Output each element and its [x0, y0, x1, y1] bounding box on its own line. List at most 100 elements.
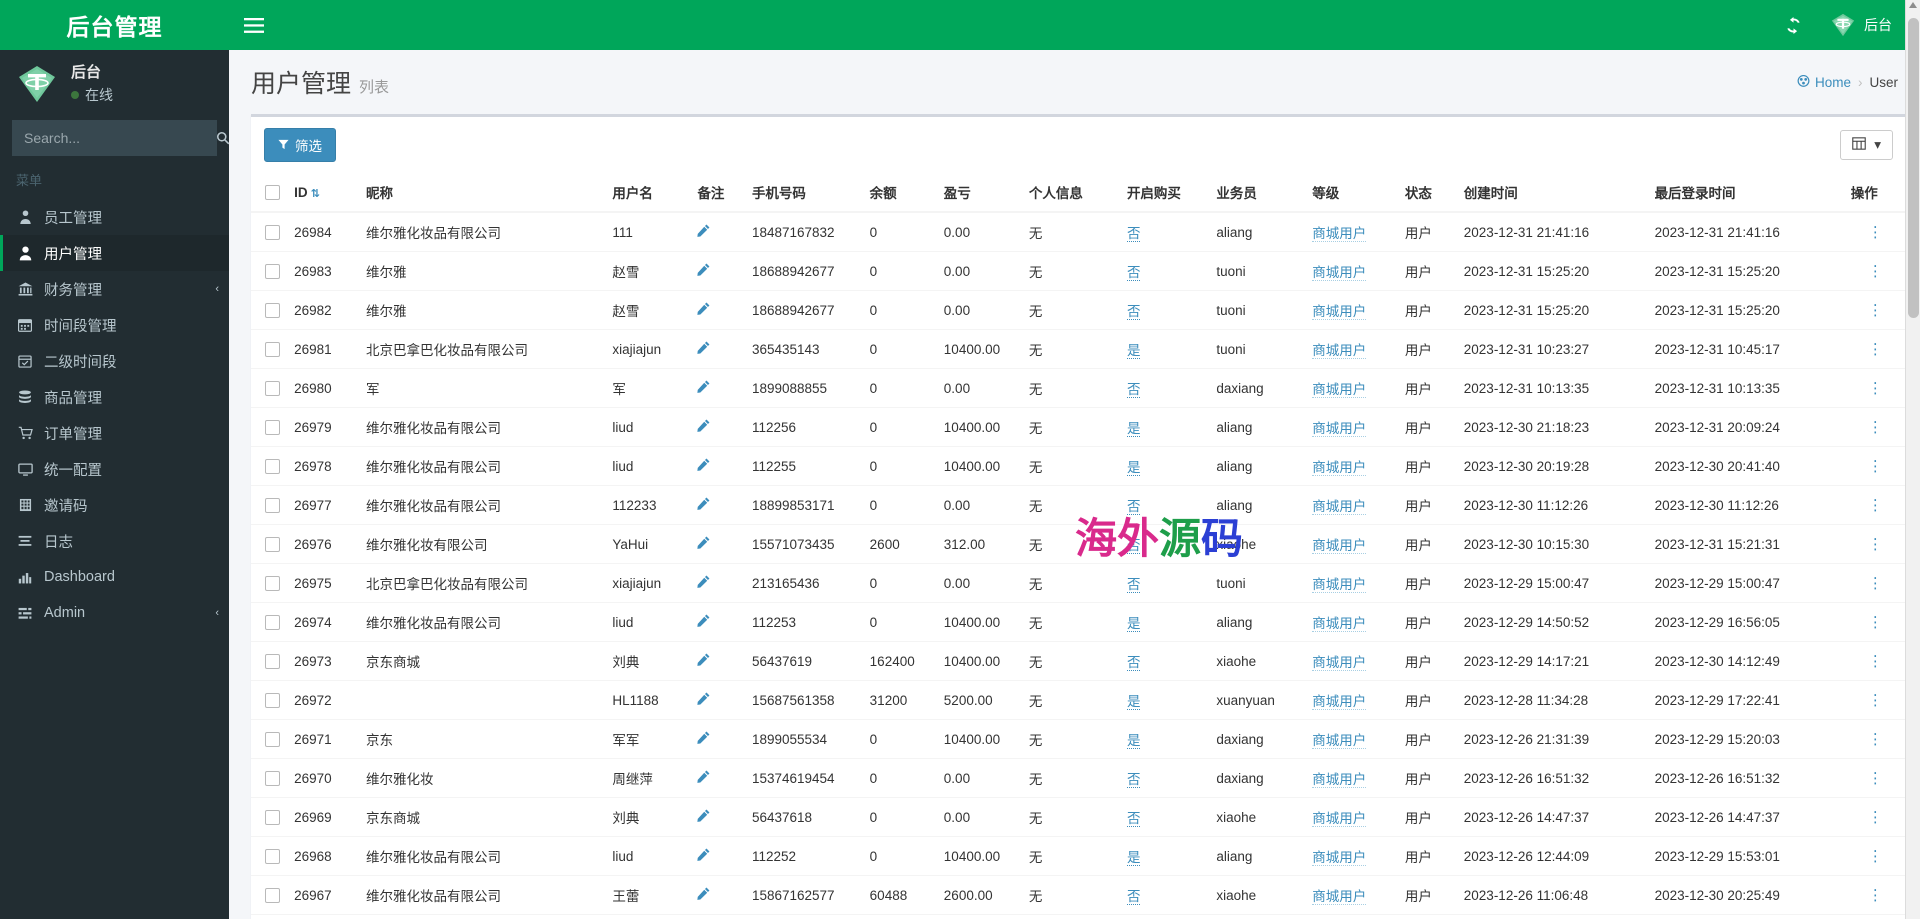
pencil-icon[interactable] — [697, 224, 710, 240]
ellipsis-vertical-icon[interactable]: ⋮ — [1868, 809, 1883, 826]
buy-toggle-link[interactable]: 否 — [1126, 889, 1141, 905]
row-checkbox[interactable] — [265, 653, 280, 669]
buy-toggle-link[interactable]: 是 — [1126, 421, 1141, 437]
buy-toggle-link[interactable]: 是 — [1126, 460, 1141, 476]
pencil-icon[interactable] — [697, 770, 710, 786]
pencil-icon[interactable] — [697, 536, 710, 552]
table-row[interactable]: 26984 维尔雅化妆品有限公司 111 18487167832 0 0.00 无否 alia… — [251, 211, 1906, 252]
table-row[interactable]: 26967 维尔雅化妆品有限公司 王蕾 15867162577 60488 2600.00… — [251, 875, 1906, 915]
pencil-icon[interactable] — [697, 380, 710, 396]
buy-toggle-link[interactable]: 是 — [1126, 343, 1141, 359]
table-row[interactable]: 26966维尔雅化妆品有限公司linj 180125164600208.00无否a… — [251, 914, 1906, 919]
sidebar-item-employee[interactable]: 员工管理 — [0, 199, 229, 235]
table-row[interactable]: 26969 京东商城 刘典 56437618 0 0.00 无否 xiaohe 商城用户 用户 20… — [251, 797, 1906, 837]
buy-toggle-link[interactable]: 否 — [1126, 811, 1141, 827]
pencil-icon[interactable] — [697, 887, 710, 903]
sidebar-item-finance[interactable]: 财务管理 ‹ — [0, 271, 229, 307]
search-icon[interactable] — [216, 120, 230, 156]
grade-link[interactable]: 商城用户 — [1312, 304, 1367, 320]
table-row[interactable]: 26974 维尔雅化妆品有限公司 liud 112253 0 10400.00 无是 alia… — [251, 602, 1906, 642]
buy-toggle-link[interactable]: 是 — [1126, 733, 1141, 749]
grade-link[interactable]: 商城用户 — [1312, 343, 1367, 359]
filter-button[interactable]: 筛选 — [264, 128, 336, 162]
sort-icon[interactable]: ⇅ — [311, 188, 320, 200]
hamburger-icon[interactable] — [229, 0, 279, 50]
row-checkbox[interactable] — [265, 692, 280, 708]
grade-link[interactable]: 商城用户 — [1312, 226, 1367, 242]
pencil-icon[interactable] — [697, 731, 710, 747]
pencil-icon[interactable] — [697, 263, 710, 279]
buy-toggle-link[interactable]: 否 — [1126, 226, 1141, 242]
row-checkbox[interactable] — [265, 575, 280, 591]
table-row[interactable]: 26979 维尔雅化妆品有限公司 liud 112256 0 10400.00 无是 alia… — [251, 407, 1906, 447]
buy-toggle-link[interactable]: 否 — [1126, 655, 1141, 671]
row-checkbox[interactable] — [265, 887, 280, 903]
buy-toggle-link[interactable]: 否 — [1126, 577, 1141, 593]
ellipsis-vertical-icon[interactable]: ⋮ — [1868, 887, 1883, 904]
sidebar-item-timeslot[interactable]: 时间段管理 — [0, 307, 229, 343]
row-checkbox[interactable] — [265, 848, 280, 864]
row-checkbox[interactable] — [265, 224, 280, 240]
row-checkbox[interactable] — [265, 731, 280, 747]
column-toggle-button[interactable]: ▾ — [1840, 130, 1893, 160]
row-checkbox[interactable] — [265, 458, 280, 474]
table-row[interactable]: 26972 HL1188 15687561358 31200 5200.00 无是 xuan… — [251, 680, 1906, 720]
pencil-icon[interactable] — [697, 302, 710, 318]
table-row[interactable]: 26973 京东商城 刘典 56437619 162400 10400.00 无否 xiaoh… — [251, 641, 1906, 681]
grade-link[interactable]: 商城用户 — [1312, 538, 1367, 554]
pencil-icon[interactable] — [697, 614, 710, 630]
ellipsis-vertical-icon[interactable]: ⋮ — [1868, 731, 1883, 748]
table-row[interactable]: 26978 维尔雅化妆品有限公司 liud 112255 0 10400.00 无是 alia… — [251, 446, 1906, 486]
grade-link[interactable]: 商城用户 — [1312, 577, 1367, 593]
th-id[interactable]: ID ⇅ — [288, 173, 361, 213]
sidebar-item-order[interactable]: 订单管理 — [0, 415, 229, 451]
row-checkbox[interactable] — [265, 302, 280, 318]
buy-toggle-link[interactable]: 否 — [1126, 538, 1141, 554]
refresh-icon[interactable] — [1771, 0, 1816, 50]
table-row[interactable]: 26982 维尔雅 赵雪 18688942677 0 0.00 无否 tuoni 商城用户 用户 2… — [251, 290, 1906, 330]
pencil-icon[interactable] — [697, 692, 710, 708]
row-checkbox[interactable] — [265, 497, 280, 513]
buy-toggle-link[interactable]: 是 — [1126, 694, 1141, 710]
search-input[interactable] — [13, 130, 216, 146]
ellipsis-vertical-icon[interactable]: ⋮ — [1868, 497, 1883, 514]
pencil-icon[interactable] — [697, 497, 710, 513]
grade-link[interactable]: 商城用户 — [1312, 265, 1367, 281]
row-checkbox[interactable] — [265, 614, 280, 630]
buy-toggle-link[interactable]: 是 — [1126, 850, 1141, 866]
table-row[interactable]: 26976 维尔雅化妆有限公司 YaHui 15571073435 2600 312.00… — [251, 524, 1906, 564]
ellipsis-vertical-icon[interactable]: ⋮ — [1868, 536, 1883, 553]
grade-link[interactable]: 商城用户 — [1312, 382, 1367, 398]
grade-link[interactable]: 商城用户 — [1312, 616, 1367, 632]
grade-link[interactable]: 商城用户 — [1312, 421, 1367, 437]
sidebar-item-secondary-timeslot[interactable]: 二级时间段 — [0, 343, 229, 379]
row-checkbox[interactable] — [265, 770, 280, 786]
table-row[interactable]: 26975 北京巴拿巴化妆品有限公司 xiajiajun 213165436 0 0.00… — [251, 563, 1906, 603]
pencil-icon[interactable] — [697, 575, 710, 591]
row-checkbox[interactable] — [265, 536, 280, 552]
grade-link[interactable]: 商城用户 — [1312, 694, 1367, 710]
ellipsis-vertical-icon[interactable]: ⋮ — [1868, 614, 1883, 631]
buy-toggle-link[interactable]: 否 — [1126, 382, 1141, 398]
pencil-icon[interactable] — [697, 848, 710, 864]
table-row[interactable]: 26980 军军 1899088855 0 0.00 无否 daxiang 商城用户 用户 202… — [251, 368, 1906, 408]
pencil-icon[interactable] — [697, 809, 710, 825]
row-checkbox[interactable] — [265, 809, 280, 825]
buy-toggle-link[interactable]: 否 — [1126, 304, 1141, 320]
pencil-icon[interactable] — [697, 419, 710, 435]
select-all-checkbox[interactable] — [265, 184, 280, 200]
pencil-icon[interactable] — [697, 341, 710, 357]
scroll-up-arrow-icon[interactable] — [1909, 2, 1917, 8]
buy-toggle-link[interactable]: 否 — [1126, 265, 1141, 281]
grade-link[interactable]: 商城用户 — [1312, 733, 1367, 749]
ellipsis-vertical-icon[interactable]: ⋮ — [1868, 848, 1883, 865]
sidebar-item-admin[interactable]: Admin ‹ — [0, 595, 229, 631]
ellipsis-vertical-icon[interactable]: ⋮ — [1868, 263, 1883, 280]
sidebar-item-product[interactable]: 商品管理 — [0, 379, 229, 415]
ellipsis-vertical-icon[interactable]: ⋮ — [1868, 458, 1883, 475]
page-scrollbar[interactable] — [1905, 0, 1920, 919]
grade-link[interactable]: 商城用户 — [1312, 811, 1367, 827]
grade-link[interactable]: 商城用户 — [1312, 889, 1367, 905]
grade-link[interactable]: 商城用户 — [1312, 460, 1367, 476]
grade-link[interactable]: 商城用户 — [1312, 772, 1367, 788]
